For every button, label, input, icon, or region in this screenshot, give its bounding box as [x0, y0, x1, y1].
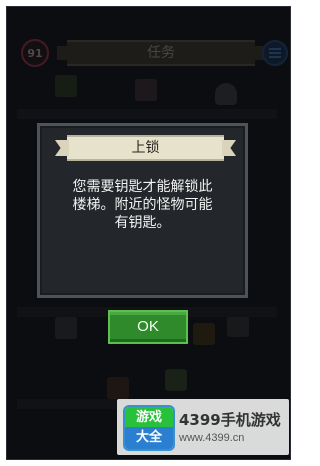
site-watermark: 游戏 大全 4399手机游戏 www.4399.cn	[117, 399, 289, 455]
locked-dialog: 上锁 您需要钥匙才能解锁此 楼梯。附近的怪物可能 有钥匙。	[37, 123, 248, 298]
watermark-url: www.4399.cn	[179, 432, 245, 444]
watermark-brand: 4399手机游戏	[179, 411, 281, 429]
dialog-message: 您需要钥匙才能解锁此 楼梯。附近的怪物可能 有钥匙。	[72, 179, 213, 231]
dialog-title: 上锁	[67, 135, 224, 161]
logo-bottom-text: 大全	[125, 427, 173, 449]
game-daquan-logo: 游戏 大全	[123, 405, 175, 451]
logo-top-text: 游戏	[125, 407, 173, 429]
ok-button[interactable]: OK	[108, 310, 188, 344]
